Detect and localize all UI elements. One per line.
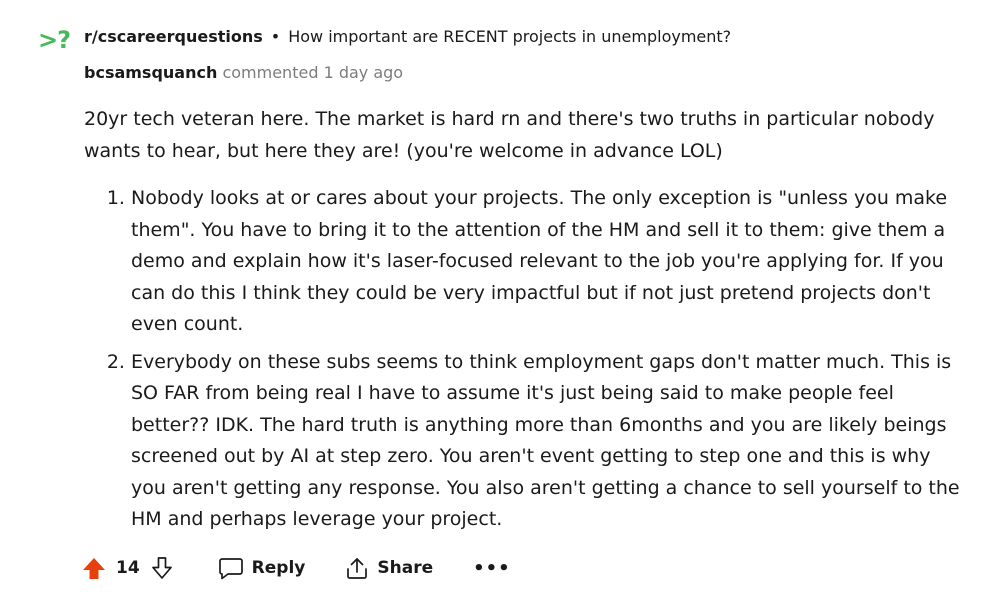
- upvote-button[interactable]: [82, 556, 106, 580]
- separator-dot: •: [270, 27, 281, 46]
- arrow-down-icon: [151, 557, 172, 579]
- comment-action-text: commented: [222, 63, 319, 82]
- comment-list-item: Everybody on these subs seems to think e…: [131, 347, 964, 536]
- comment-meta: bcsamsquanch commented 1 day ago: [84, 63, 403, 82]
- author-link[interactable]: bcsamsquanch: [84, 63, 217, 82]
- share-button[interactable]: Share: [345, 556, 433, 580]
- subreddit-link[interactable]: r/cscareerquestions: [84, 27, 263, 46]
- comment-actions: 14 Reply Share •••: [82, 553, 511, 583]
- arrow-up-icon: [83, 558, 105, 579]
- speech-bubble-icon: [218, 558, 243, 580]
- comment-card: >? r/cscareerquestions • How important are…: [0, 0, 981, 614]
- share-label: Share: [377, 558, 434, 578]
- comment-list: Nobody looks at or cares about your proj…: [84, 183, 964, 536]
- reply-label: Reply: [251, 558, 306, 578]
- downvote-button[interactable]: [150, 556, 174, 580]
- more-options-button[interactable]: •••: [473, 558, 511, 579]
- comment-list-item: Nobody looks at or cares about your proj…: [131, 183, 964, 341]
- comment-intro: 20yr tech veteran here. The market is ha…: [84, 108, 935, 162]
- post-title-link[interactable]: How important are RECENT projects in une…: [288, 27, 731, 46]
- comment-body: 20yr tech veteran here. The market is ha…: [84, 104, 964, 542]
- subreddit-icon[interactable]: >?: [34, 20, 74, 60]
- vote-count: 14: [116, 558, 140, 578]
- share-upload-icon: [347, 558, 368, 579]
- ellipsis-icon: •••: [473, 557, 511, 579]
- comment-timestamp[interactable]: 1 day ago: [324, 63, 404, 82]
- reply-button[interactable]: Reply: [218, 556, 306, 580]
- comment-header: r/cscareerquestions • How important are RE…: [84, 27, 731, 46]
